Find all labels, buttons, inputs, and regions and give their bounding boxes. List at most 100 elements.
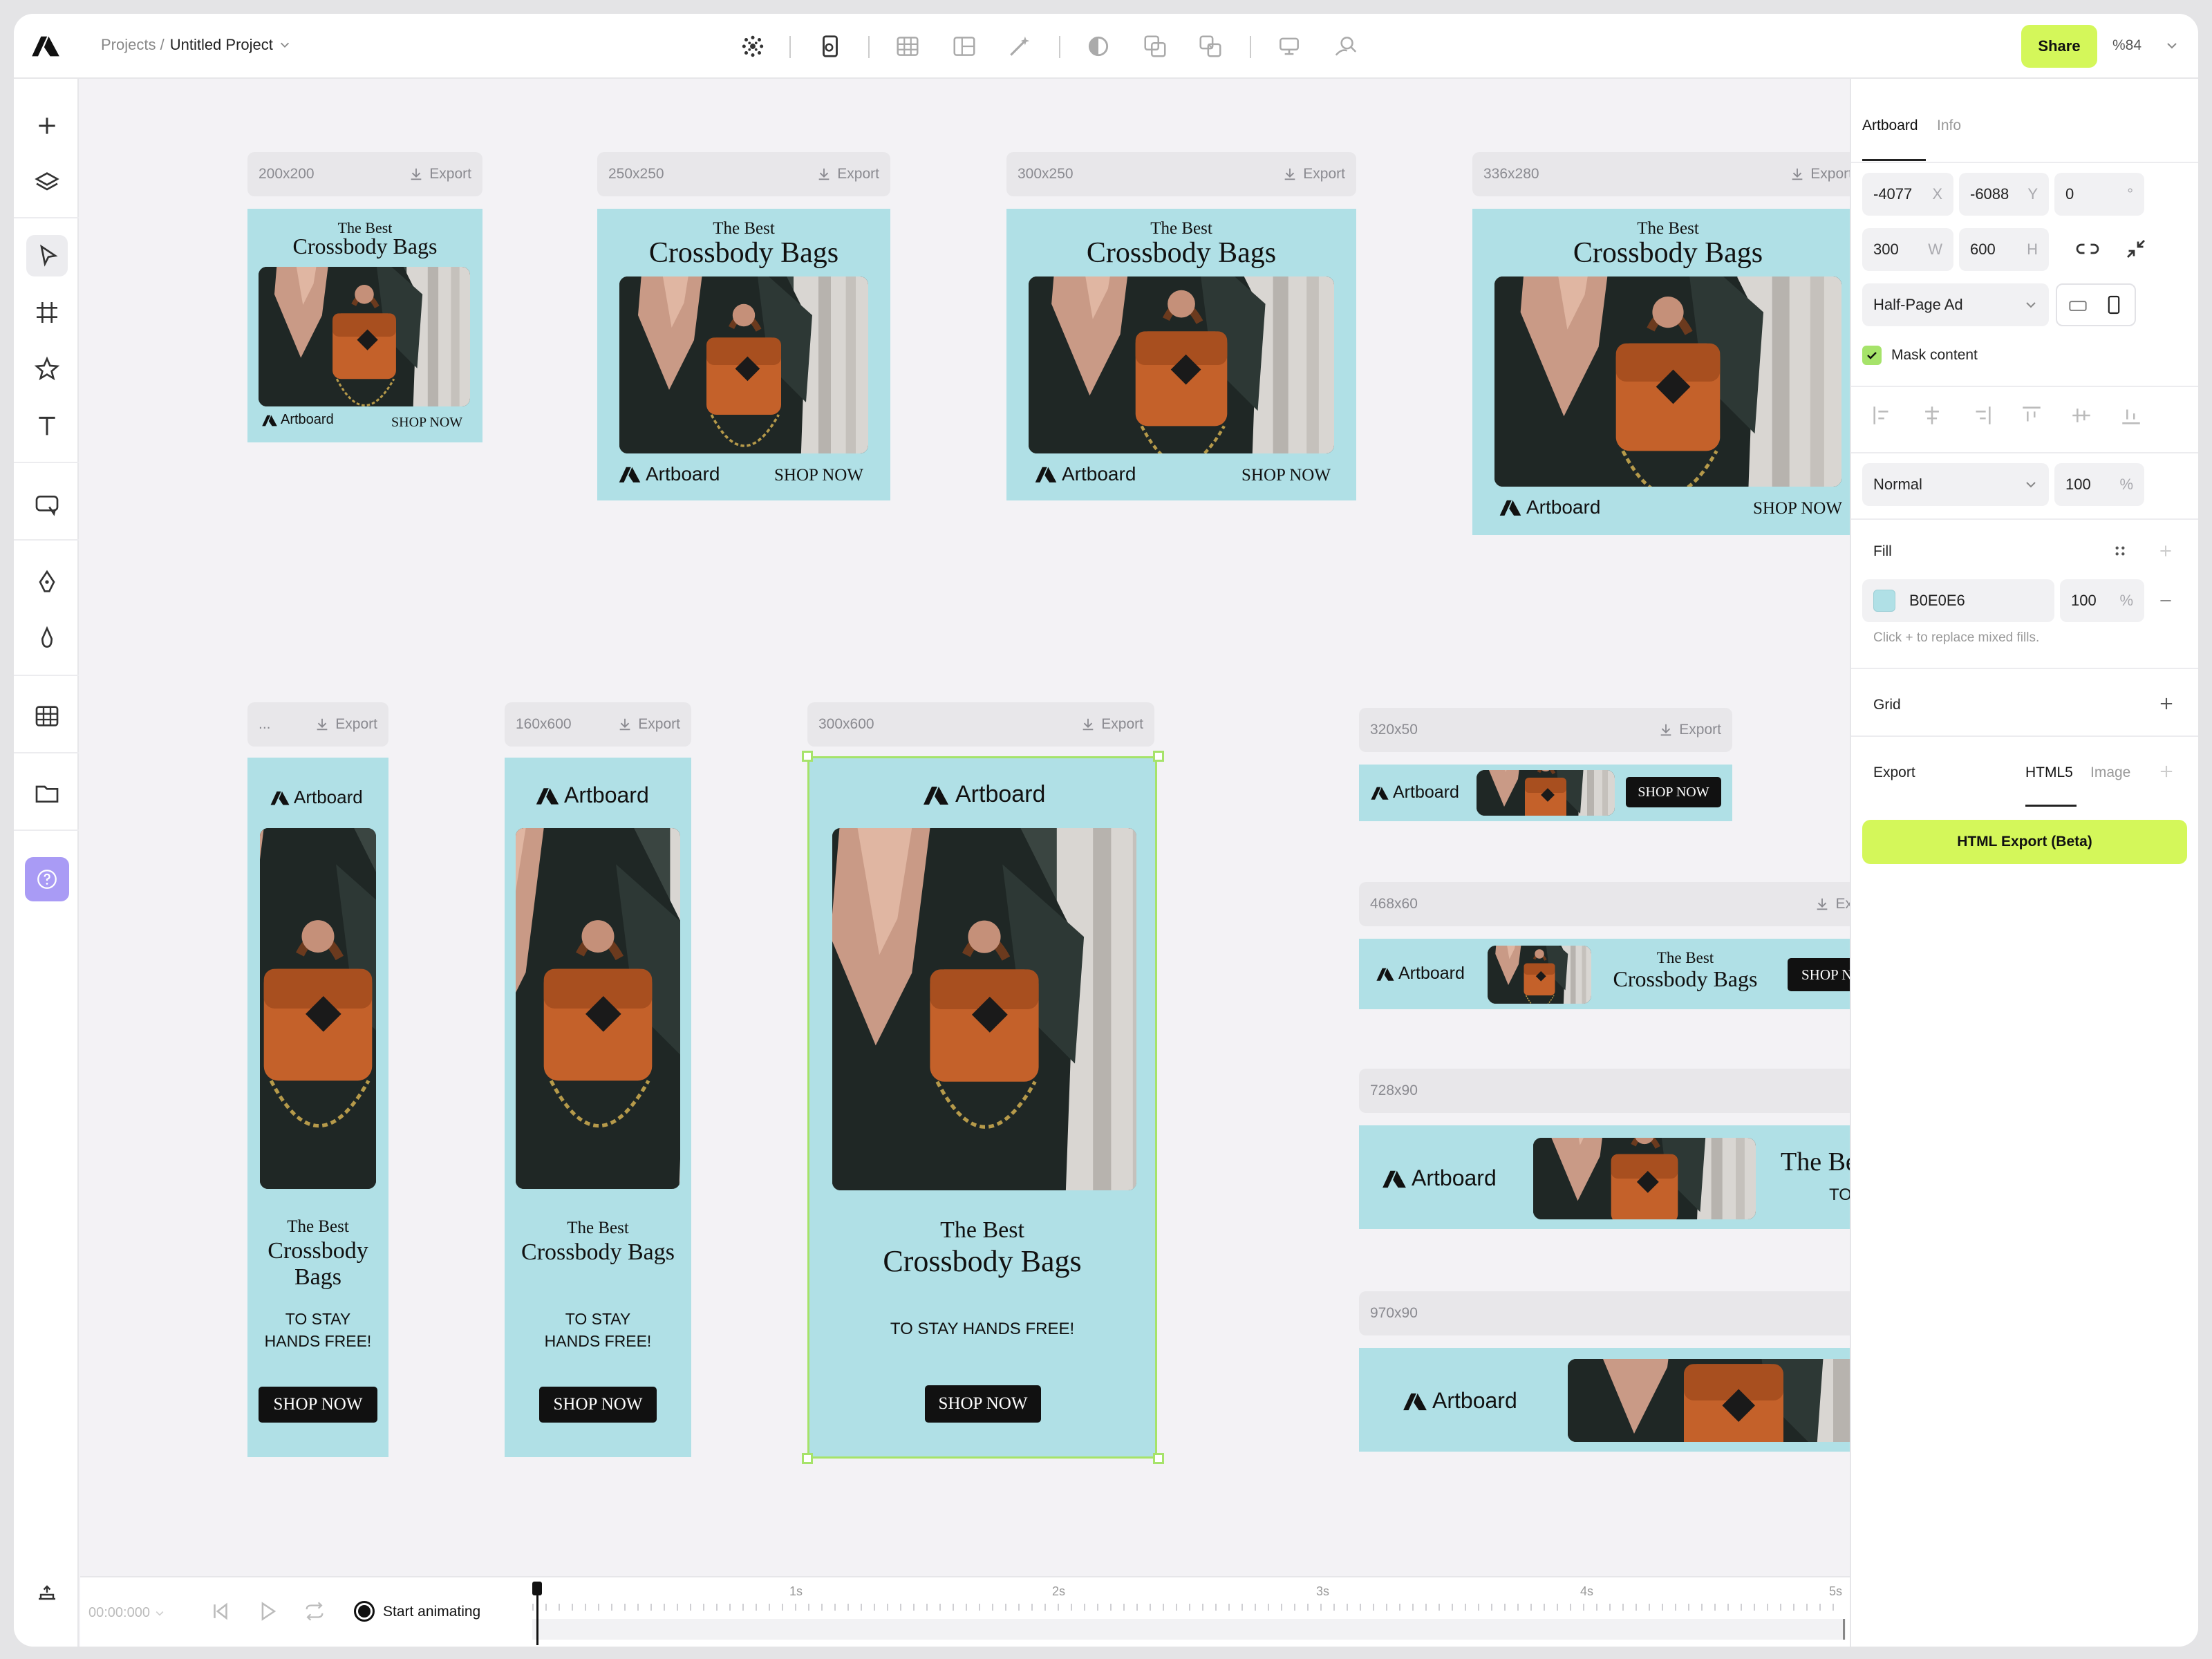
shrink-icon[interactable]	[2124, 236, 2148, 261]
shapes-icon[interactable]	[1142, 33, 1168, 59]
style-grid-icon[interactable]	[2111, 542, 2129, 560]
layers-icon[interactable]	[32, 167, 62, 198]
mobile-touch-icon[interactable]	[817, 33, 843, 59]
ad-336x280[interactable]: The Best Crossbody Bags Artboard SHOP NO…	[1472, 209, 1850, 535]
table-icon[interactable]	[32, 701, 62, 731]
artboard-header[interactable]: 468x60 Ex	[1359, 882, 1850, 926]
blend-mode-select[interactable]: Normal	[1862, 463, 2049, 506]
chevron-down-icon[interactable]	[2165, 39, 2179, 53]
ad-160x600[interactable]: Artboard The Best Crossbody Bags TO STAY…	[505, 758, 691, 1457]
timeline-track[interactable]: 1s 2s 3s 4s 5s	[532, 1577, 1850, 1647]
shop-now-button[interactable]: SHOP NOW	[259, 1387, 377, 1423]
resize-handle[interactable]	[1153, 751, 1164, 762]
search-person-icon[interactable]	[1333, 33, 1359, 59]
text-icon[interactable]	[32, 411, 62, 441]
add-grid-icon[interactable]	[2157, 694, 2176, 713]
frame-icon[interactable]	[32, 297, 62, 328]
design-canvas[interactable]: 200x200 Export The Best Crossbody Bags Ar…	[80, 80, 1850, 1576]
ad-320x50[interactable]: Artboard SHOP NOW	[1359, 765, 1732, 821]
link-icon[interactable]	[2075, 236, 2100, 261]
breadcrumb[interactable]: Projects / Untitled Project	[101, 36, 291, 54]
ad-300x250[interactable]: The Best Crossbody Bags Artboard SHOP NO…	[1006, 209, 1356, 500]
artboard-header[interactable]: 200x200 Export	[247, 152, 482, 196]
export-link[interactable]: Export	[1790, 166, 1850, 182]
table-icon[interactable]	[894, 33, 921, 59]
artboard-header[interactable]: 728x90	[1359, 1069, 1850, 1113]
loop-icon[interactable]	[303, 1600, 326, 1623]
align-center-v-icon[interactable]	[2070, 404, 2093, 427]
align-bottom-icon[interactable]	[2119, 404, 2143, 427]
dropper-icon[interactable]	[32, 624, 62, 654]
remove-fill-icon[interactable]	[2157, 592, 2175, 610]
landscape-icon[interactable]	[2068, 297, 2088, 314]
export-link[interactable]: Export	[816, 166, 879, 182]
zoom-level[interactable]: %84	[2112, 37, 2141, 54]
pointer-icon[interactable]	[33, 241, 64, 271]
ad-250x250[interactable]: The Best Crossbody Bags Artboard SHOP NO…	[597, 209, 890, 500]
plus-icon[interactable]	[32, 111, 62, 141]
artboard-header[interactable]: 970x90	[1359, 1291, 1850, 1335]
folder-icon[interactable]	[32, 778, 62, 809]
tab-artboard[interactable]: Artboard	[1862, 118, 1918, 134]
chevron-down-icon[interactable]	[279, 39, 291, 51]
artboard-header[interactable]: 300x250 Export	[1006, 152, 1356, 196]
tab-image[interactable]: Image	[2090, 765, 2130, 781]
export-link[interactable]: Export	[409, 166, 471, 182]
play-icon[interactable]	[256, 1600, 279, 1623]
artboard-header[interactable]: 250x250 Export	[597, 152, 890, 196]
comment-icon[interactable]	[32, 489, 62, 520]
export-link[interactable]: Export	[617, 716, 680, 733]
layout-icon[interactable]	[951, 33, 977, 59]
fill-opacity-field[interactable]: 100%	[2060, 579, 2144, 622]
align-right-icon[interactable]	[1970, 404, 1994, 427]
project-name[interactable]: Untitled Project	[170, 36, 273, 54]
end-marker[interactable]	[1843, 1619, 1845, 1640]
export-link[interactable]: Ex	[1815, 896, 1850, 912]
mask-checkbox[interactable]	[1862, 346, 1882, 365]
ad-728x90[interactable]: Artboard The Bes TO S	[1359, 1125, 1850, 1229]
record-icon[interactable]	[354, 1601, 375, 1622]
align-top-icon[interactable]	[2020, 404, 2043, 427]
ad-468x60[interactable]: Artboard The Best Crossbody Bags SHOP NO	[1359, 939, 1850, 1009]
align-left-icon[interactable]	[1871, 404, 1894, 427]
share-button[interactable]: Share	[2021, 25, 2097, 68]
opacity-field[interactable]: 100%	[2054, 463, 2144, 506]
grid-dots-icon[interactable]	[740, 33, 766, 59]
playhead-handle[interactable]	[532, 1582, 542, 1595]
ad-120x600[interactable]: Artboard The Best Crossbody Bags TO STAY…	[247, 758, 388, 1457]
timeline-toggle-icon[interactable]	[30, 1579, 64, 1606]
shop-now-button[interactable]: SHOP NOW	[539, 1387, 657, 1423]
artboard-header[interactable]: 160x600 Export	[505, 702, 691, 747]
component-icon[interactable]	[1276, 33, 1302, 59]
fill-hex[interactable]: B0E0E6	[1909, 592, 1965, 610]
export-link[interactable]: Export	[1658, 722, 1721, 738]
help-button[interactable]	[25, 857, 69, 901]
export-link[interactable]: Export	[1080, 716, 1143, 733]
fill-color-field[interactable]: B0E0E6	[1862, 579, 2054, 622]
tab-info[interactable]: Info	[1937, 118, 1961, 134]
breadcrumb-root[interactable]: Projects /	[101, 36, 165, 54]
artboard-header[interactable]: ... Export	[247, 702, 388, 747]
add-fill-icon[interactable]	[2157, 542, 2175, 560]
shop-now-button[interactable]: SHOP NOW	[1626, 777, 1721, 807]
layers-copy-icon[interactable]	[1197, 33, 1224, 59]
skip-back-icon[interactable]	[209, 1600, 232, 1623]
resize-handle[interactable]	[802, 751, 813, 762]
artboard-header[interactable]: 300x600 Export	[807, 702, 1154, 747]
star-icon[interactable]	[32, 354, 62, 384]
artboard-header[interactable]: 336x280 Export	[1472, 152, 1850, 196]
artboard-header[interactable]: 320x50 Export	[1359, 708, 1732, 752]
width-field[interactable]: 300 W	[1862, 228, 1953, 271]
tab-html5[interactable]: HTML5	[2025, 765, 2073, 781]
shop-now-button[interactable]: SHOP NO	[1788, 958, 1850, 991]
align-center-h-icon[interactable]	[1920, 404, 1944, 427]
resize-handle[interactable]	[1153, 1453, 1164, 1464]
ad-200x200[interactable]: The Best Crossbody Bags Artboard SHOP NO…	[247, 209, 482, 442]
start-animating[interactable]: Start animating	[383, 1604, 480, 1620]
export-link[interactable]: Export	[315, 716, 377, 733]
x-field[interactable]: -4077 X	[1862, 173, 1953, 216]
preset-select[interactable]: Half-Page Ad	[1862, 283, 2049, 326]
y-field[interactable]: -6088 Y	[1959, 173, 2049, 216]
color-swatch[interactable]	[1873, 590, 1895, 612]
ad-970x90[interactable]: Artboard	[1359, 1348, 1850, 1452]
